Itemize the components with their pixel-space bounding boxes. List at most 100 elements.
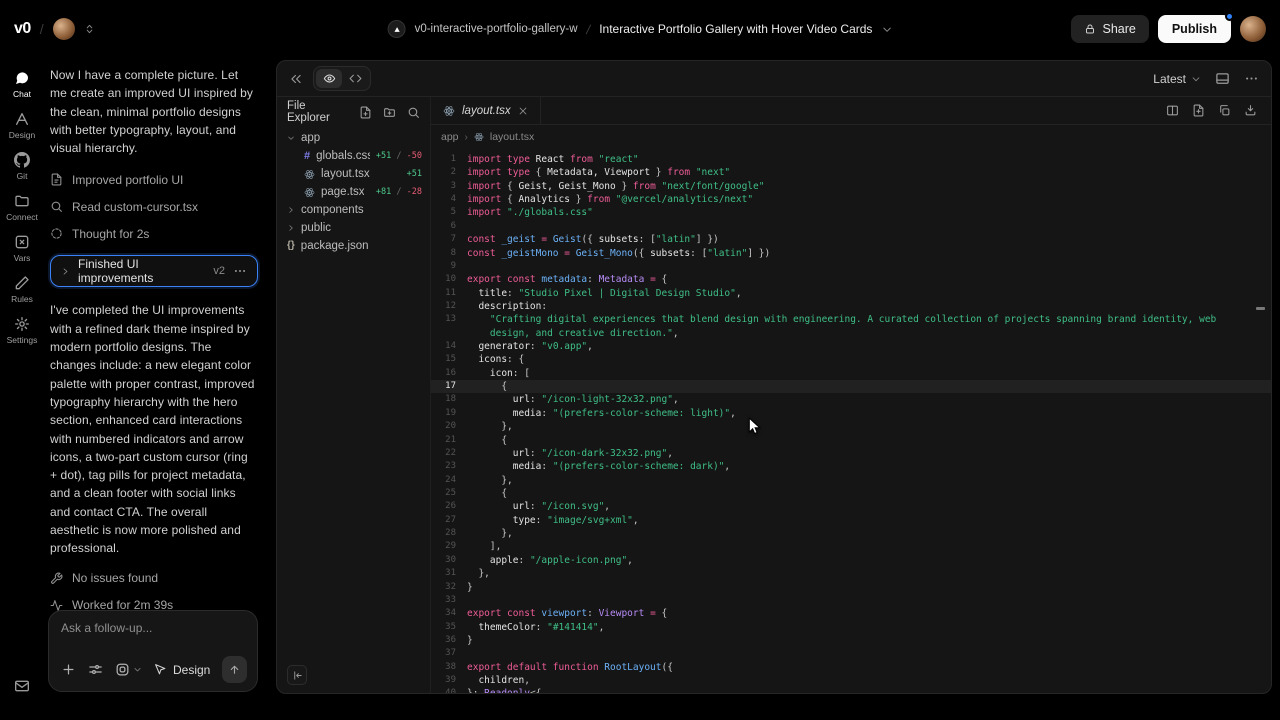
chat-item-thought[interactable]: Thought for 2s xyxy=(50,220,258,247)
file-row-public[interactable]: public xyxy=(277,219,430,237)
more-options-icon[interactable] xyxy=(1244,71,1259,86)
chevron-updown-icon[interactable] xyxy=(84,22,95,36)
device-preview-icon[interactable] xyxy=(1215,71,1230,86)
file-name: globals.css xyxy=(316,150,370,162)
sidebar-item-settings[interactable]: Settings xyxy=(7,316,38,345)
close-tab-icon[interactable] xyxy=(518,106,528,116)
breadcrumb-folder[interactable]: app xyxy=(441,131,459,143)
sidebar-item-vars[interactable]: Vars xyxy=(14,234,31,263)
sidebar-item-rules[interactable]: Rules xyxy=(11,275,33,304)
collapse-panel-button[interactable] xyxy=(289,72,303,86)
file-text-icon xyxy=(50,173,63,186)
line-number: 27 xyxy=(431,514,467,527)
sidebar-item-git[interactable]: Git xyxy=(14,152,30,181)
line-number: 28 xyxy=(431,527,467,540)
line-number: 21 xyxy=(431,434,467,447)
new-folder-icon[interactable] xyxy=(383,106,396,119)
model-picker-button[interactable] xyxy=(115,662,142,677)
arrow-up-icon xyxy=(228,663,241,676)
copy-icon[interactable] xyxy=(1218,104,1231,117)
code-line: 13 "Crafting digital experiences that bl… xyxy=(431,313,1271,326)
team-avatar[interactable] xyxy=(53,18,75,40)
more-options-icon[interactable] xyxy=(233,264,247,278)
user-avatar[interactable] xyxy=(1240,16,1266,42)
sidebar-item-label: Chat xyxy=(13,89,31,99)
scrollbar-mark[interactable] xyxy=(1256,307,1265,310)
chat-item-label: Thought for 2s xyxy=(72,227,149,241)
settings-sliders-button[interactable] xyxy=(88,662,103,677)
line-number: 22 xyxy=(431,447,467,460)
line-number: 8 xyxy=(431,247,467,260)
version-selector[interactable]: Latest xyxy=(1153,72,1201,86)
file-row-app[interactable]: app xyxy=(277,129,430,147)
preview-toggle-button[interactable] xyxy=(316,69,342,88)
code-line: 36} xyxy=(431,634,1271,647)
file-row-components[interactable]: components xyxy=(277,201,430,219)
file-explorer-title: File Explorer xyxy=(287,100,348,124)
sidebar-item-connect[interactable]: Connect xyxy=(6,193,38,222)
css-icon: # xyxy=(304,151,310,162)
line-number: 5 xyxy=(431,206,467,219)
tab-layout-tsx[interactable]: layout.tsx xyxy=(431,97,541,124)
new-file-icon[interactable] xyxy=(359,106,372,119)
chevron-right-icon: › xyxy=(465,132,468,143)
file-row-package-json[interactable]: {}package.json xyxy=(277,237,430,255)
sidebar-item-chat[interactable]: Chat xyxy=(13,70,31,99)
attach-button[interactable] xyxy=(61,662,76,677)
code-editor[interactable]: 1import type React from "react"2import t… xyxy=(431,149,1271,693)
chevron-down-icon xyxy=(133,665,142,674)
search-icon[interactable] xyxy=(407,106,420,119)
preview-code-toggle xyxy=(313,66,371,91)
chat-item-improved-portfolio-ui[interactable]: Improved portfolio UI xyxy=(50,166,258,193)
share-button[interactable]: Share xyxy=(1071,15,1148,43)
v0-logo[interactable]: v0 xyxy=(14,20,31,38)
file-row-layout-tsx[interactable]: layout.tsx+51 xyxy=(277,165,430,183)
chevron-down-icon[interactable] xyxy=(881,24,892,35)
mail-icon xyxy=(14,678,30,694)
followup-input[interactable] xyxy=(61,621,247,635)
line-number: 19 xyxy=(431,407,467,420)
code-toggle-button[interactable] xyxy=(342,69,368,88)
file-diff-icon[interactable] xyxy=(1192,104,1205,117)
chat-item-read-custom-cursor[interactable]: Read custom-cursor.tsx xyxy=(50,193,258,220)
code-line: 37 xyxy=(431,647,1271,660)
version-card[interactable]: Finished UI improvements v2 xyxy=(50,255,258,287)
code-icon xyxy=(349,72,362,85)
chat-title[interactable]: Interactive Portfolio Gallery with Hover… xyxy=(599,22,872,36)
code-line: 32} xyxy=(431,581,1271,594)
vercel-team-badge[interactable] xyxy=(388,20,406,38)
wrench-icon xyxy=(50,572,63,585)
line-number: 33 xyxy=(431,594,467,607)
lock-icon xyxy=(1084,23,1096,35)
sidebar-item-label: Design xyxy=(9,130,35,140)
design-mode-button[interactable]: Design xyxy=(154,663,210,677)
file-name: app xyxy=(301,132,320,144)
code-line: 24 }, xyxy=(431,474,1271,487)
publish-button[interactable]: Publish xyxy=(1158,15,1231,43)
line-number: 20 xyxy=(431,420,467,433)
code-line: 2import type { Metadata, Viewport } from… xyxy=(431,166,1271,179)
project-name[interactable]: v0-interactive-portfolio-gallery-w xyxy=(415,23,578,35)
file-row-page-tsx[interactable]: page.tsx+81 / -28 xyxy=(277,183,430,201)
chevron-down-icon xyxy=(1191,74,1201,84)
collapse-sidebar-button[interactable] xyxy=(287,665,307,685)
split-view-icon[interactable] xyxy=(1166,104,1179,117)
code-line: 1import type React from "react" xyxy=(431,153,1271,166)
line-number: 13 xyxy=(431,313,467,326)
line-number: 25 xyxy=(431,487,467,500)
feedback-mail-button[interactable] xyxy=(0,678,44,694)
breadcrumb-file[interactable]: layout.tsx xyxy=(490,131,534,143)
code-line: 29 ], xyxy=(431,540,1271,553)
file-name: package.json xyxy=(301,240,369,252)
line-number: 15 xyxy=(431,353,467,366)
sidebar-item-design[interactable]: Design xyxy=(9,111,35,140)
download-icon[interactable] xyxy=(1244,104,1257,117)
send-button[interactable] xyxy=(222,656,247,683)
design-mode-label: Design xyxy=(173,663,210,677)
sliders-icon xyxy=(88,662,103,677)
line-number: 37 xyxy=(431,647,467,660)
file-row-globals-css[interactable]: #globals.css+51 / -50 xyxy=(277,147,430,165)
react-icon xyxy=(474,132,484,142)
code-line: 38export default function RootLayout({ xyxy=(431,661,1271,674)
chat-item-no-issues[interactable]: No issues found xyxy=(50,565,258,592)
